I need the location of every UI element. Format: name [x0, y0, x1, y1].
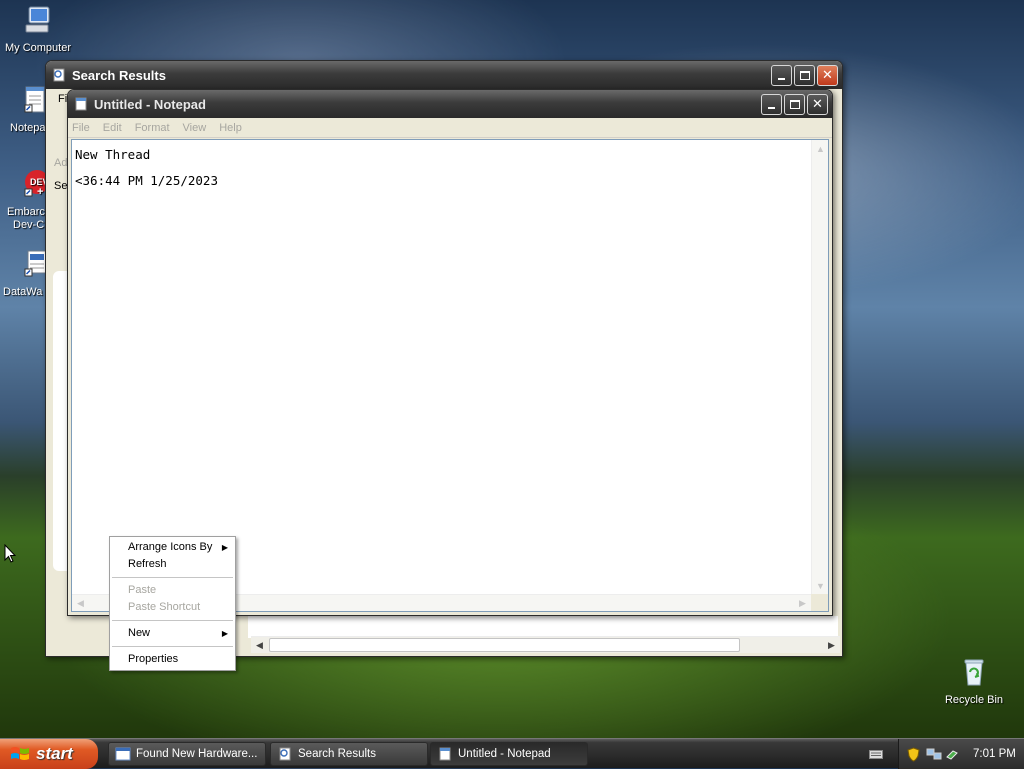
notepad-title-bar[interactable]: Untitled - Notepad ✕: [68, 90, 832, 118]
menu-item-label: New: [128, 627, 151, 639]
desktop-icon-my-computer[interactable]: My Computer: [0, 4, 78, 54]
safely-remove-hardware-icon[interactable]: [945, 747, 959, 761]
security-shield-icon[interactable]: [907, 746, 920, 762]
taskbar-button-notepad[interactable]: Untitled - Notepad: [430, 742, 588, 766]
maximize-button[interactable]: [794, 64, 815, 86]
menu-file[interactable]: File: [72, 122, 90, 134]
notepad-icon: [75, 97, 87, 111]
maximize-icon: [799, 70, 810, 80]
notepad-line: New Thread: [75, 147, 151, 162]
desktop-icon-label: Recycle Bin: [944, 694, 1004, 706]
taskbar-button-label: Search Results: [298, 748, 376, 760]
menu-item-paste-shortcut[interactable]: Paste Shortcut: [110, 599, 235, 616]
minimize-button[interactable]: [761, 93, 782, 115]
menu-item-label: Arrange Icons By: [128, 541, 213, 553]
maximize-button[interactable]: [784, 93, 805, 115]
close-icon: ✕: [822, 67, 833, 82]
window-title: Search Results: [72, 67, 166, 83]
notepad-content: New Thread <36:44 PM 1/25/2023: [75, 142, 218, 194]
desktop-context-menu: Arrange Icons By ▶ Refresh Paste Paste S…: [109, 536, 236, 671]
search-address-fragment: Ad: [54, 157, 68, 169]
close-button[interactable]: ✕: [807, 93, 828, 115]
scroll-down-button[interactable]: ▼: [812, 577, 829, 594]
menu-separator: [112, 577, 233, 578]
menu-item-label: Properties: [128, 653, 179, 665]
desktop-icon-recycle-bin[interactable]: Recycle Bin: [934, 656, 1014, 706]
notepad-menubar: File Edit Format View Help: [68, 118, 832, 138]
taskbar-button-search-results[interactable]: Search Results: [270, 742, 428, 766]
search-results-hscrollbar[interactable]: ◀ ▶: [251, 636, 840, 653]
search-results-icon: [53, 68, 65, 82]
submenu-arrow-icon: ▶: [221, 629, 228, 638]
taskbar: start Found New Hardware... Search Resul…: [0, 738, 1024, 769]
close-icon: ✕: [812, 96, 823, 111]
minimize-button[interactable]: [771, 64, 792, 86]
size-grip[interactable]: [811, 594, 828, 611]
mouse-cursor-icon: [4, 544, 16, 563]
keyboard-icon[interactable]: [869, 748, 883, 760]
svg-text:+: +: [37, 186, 43, 198]
menu-view[interactable]: View: [183, 122, 207, 134]
menu-separator: [112, 620, 233, 621]
scroll-right-button[interactable]: ▶: [823, 637, 840, 654]
search-results-title-bar[interactable]: Search Results ✕: [46, 61, 842, 89]
start-label: start: [36, 744, 73, 763]
notepad-icon: [439, 747, 451, 761]
system-tray: 7:01 PM: [898, 739, 1024, 769]
taskbar-button-found-new-hardware[interactable]: Found New Hardware...: [108, 742, 266, 766]
notepad-line: <36:44 PM 1/25/2023: [75, 173, 218, 188]
scroll-right-button[interactable]: ▶: [794, 595, 811, 612]
windows-logo-icon: [11, 747, 29, 760]
search-results-list-area: [248, 616, 838, 638]
menu-edit[interactable]: Edit: [103, 122, 122, 134]
search-pane-fragment: Se: [54, 180, 68, 192]
scroll-thumb[interactable]: [269, 638, 740, 652]
window-icon: [115, 747, 131, 761]
minimize-icon: [778, 77, 785, 80]
taskbar-button-label: Found New Hardware...: [136, 748, 258, 760]
menu-format[interactable]: Format: [135, 122, 170, 134]
clock[interactable]: 7:01 PM: [973, 748, 1016, 760]
my-computer-icon: [25, 6, 50, 33]
menu-item-refresh[interactable]: Refresh: [110, 556, 235, 573]
start-button[interactable]: start: [0, 739, 98, 769]
menu-item-label: Paste Shortcut: [128, 601, 201, 613]
menu-item-arrange-icons-by[interactable]: Arrange Icons By ▶: [110, 539, 235, 556]
desktop-icon-label: My Computer: [4, 42, 72, 54]
notepad-vscrollbar[interactable]: ▲ ▼: [811, 140, 828, 594]
search-menu-fragment: Fi: [58, 93, 68, 105]
close-button[interactable]: ✕: [817, 64, 838, 86]
network-icon[interactable]: [926, 747, 942, 761]
menu-item-new[interactable]: New ▶: [110, 625, 235, 642]
search-results-icon: [279, 747, 291, 761]
submenu-arrow-icon: ▶: [221, 543, 228, 552]
scroll-left-button[interactable]: ◀: [72, 595, 89, 612]
menu-separator: [112, 646, 233, 647]
recycle-bin-icon: [964, 659, 984, 686]
window-title: Untitled - Notepad: [94, 96, 206, 112]
menu-help[interactable]: Help: [219, 122, 242, 134]
scroll-left-button[interactable]: ◀: [251, 637, 268, 654]
minimize-icon: [768, 106, 775, 109]
menu-item-paste[interactable]: Paste: [110, 582, 235, 599]
scroll-up-button[interactable]: ▲: [812, 140, 829, 157]
menu-item-label: Paste: [128, 584, 157, 596]
menu-item-properties[interactable]: Properties: [110, 651, 235, 668]
taskbar-button-label: Untitled - Notepad: [458, 748, 551, 760]
maximize-icon: [789, 99, 800, 109]
menu-item-label: Refresh: [128, 558, 167, 570]
